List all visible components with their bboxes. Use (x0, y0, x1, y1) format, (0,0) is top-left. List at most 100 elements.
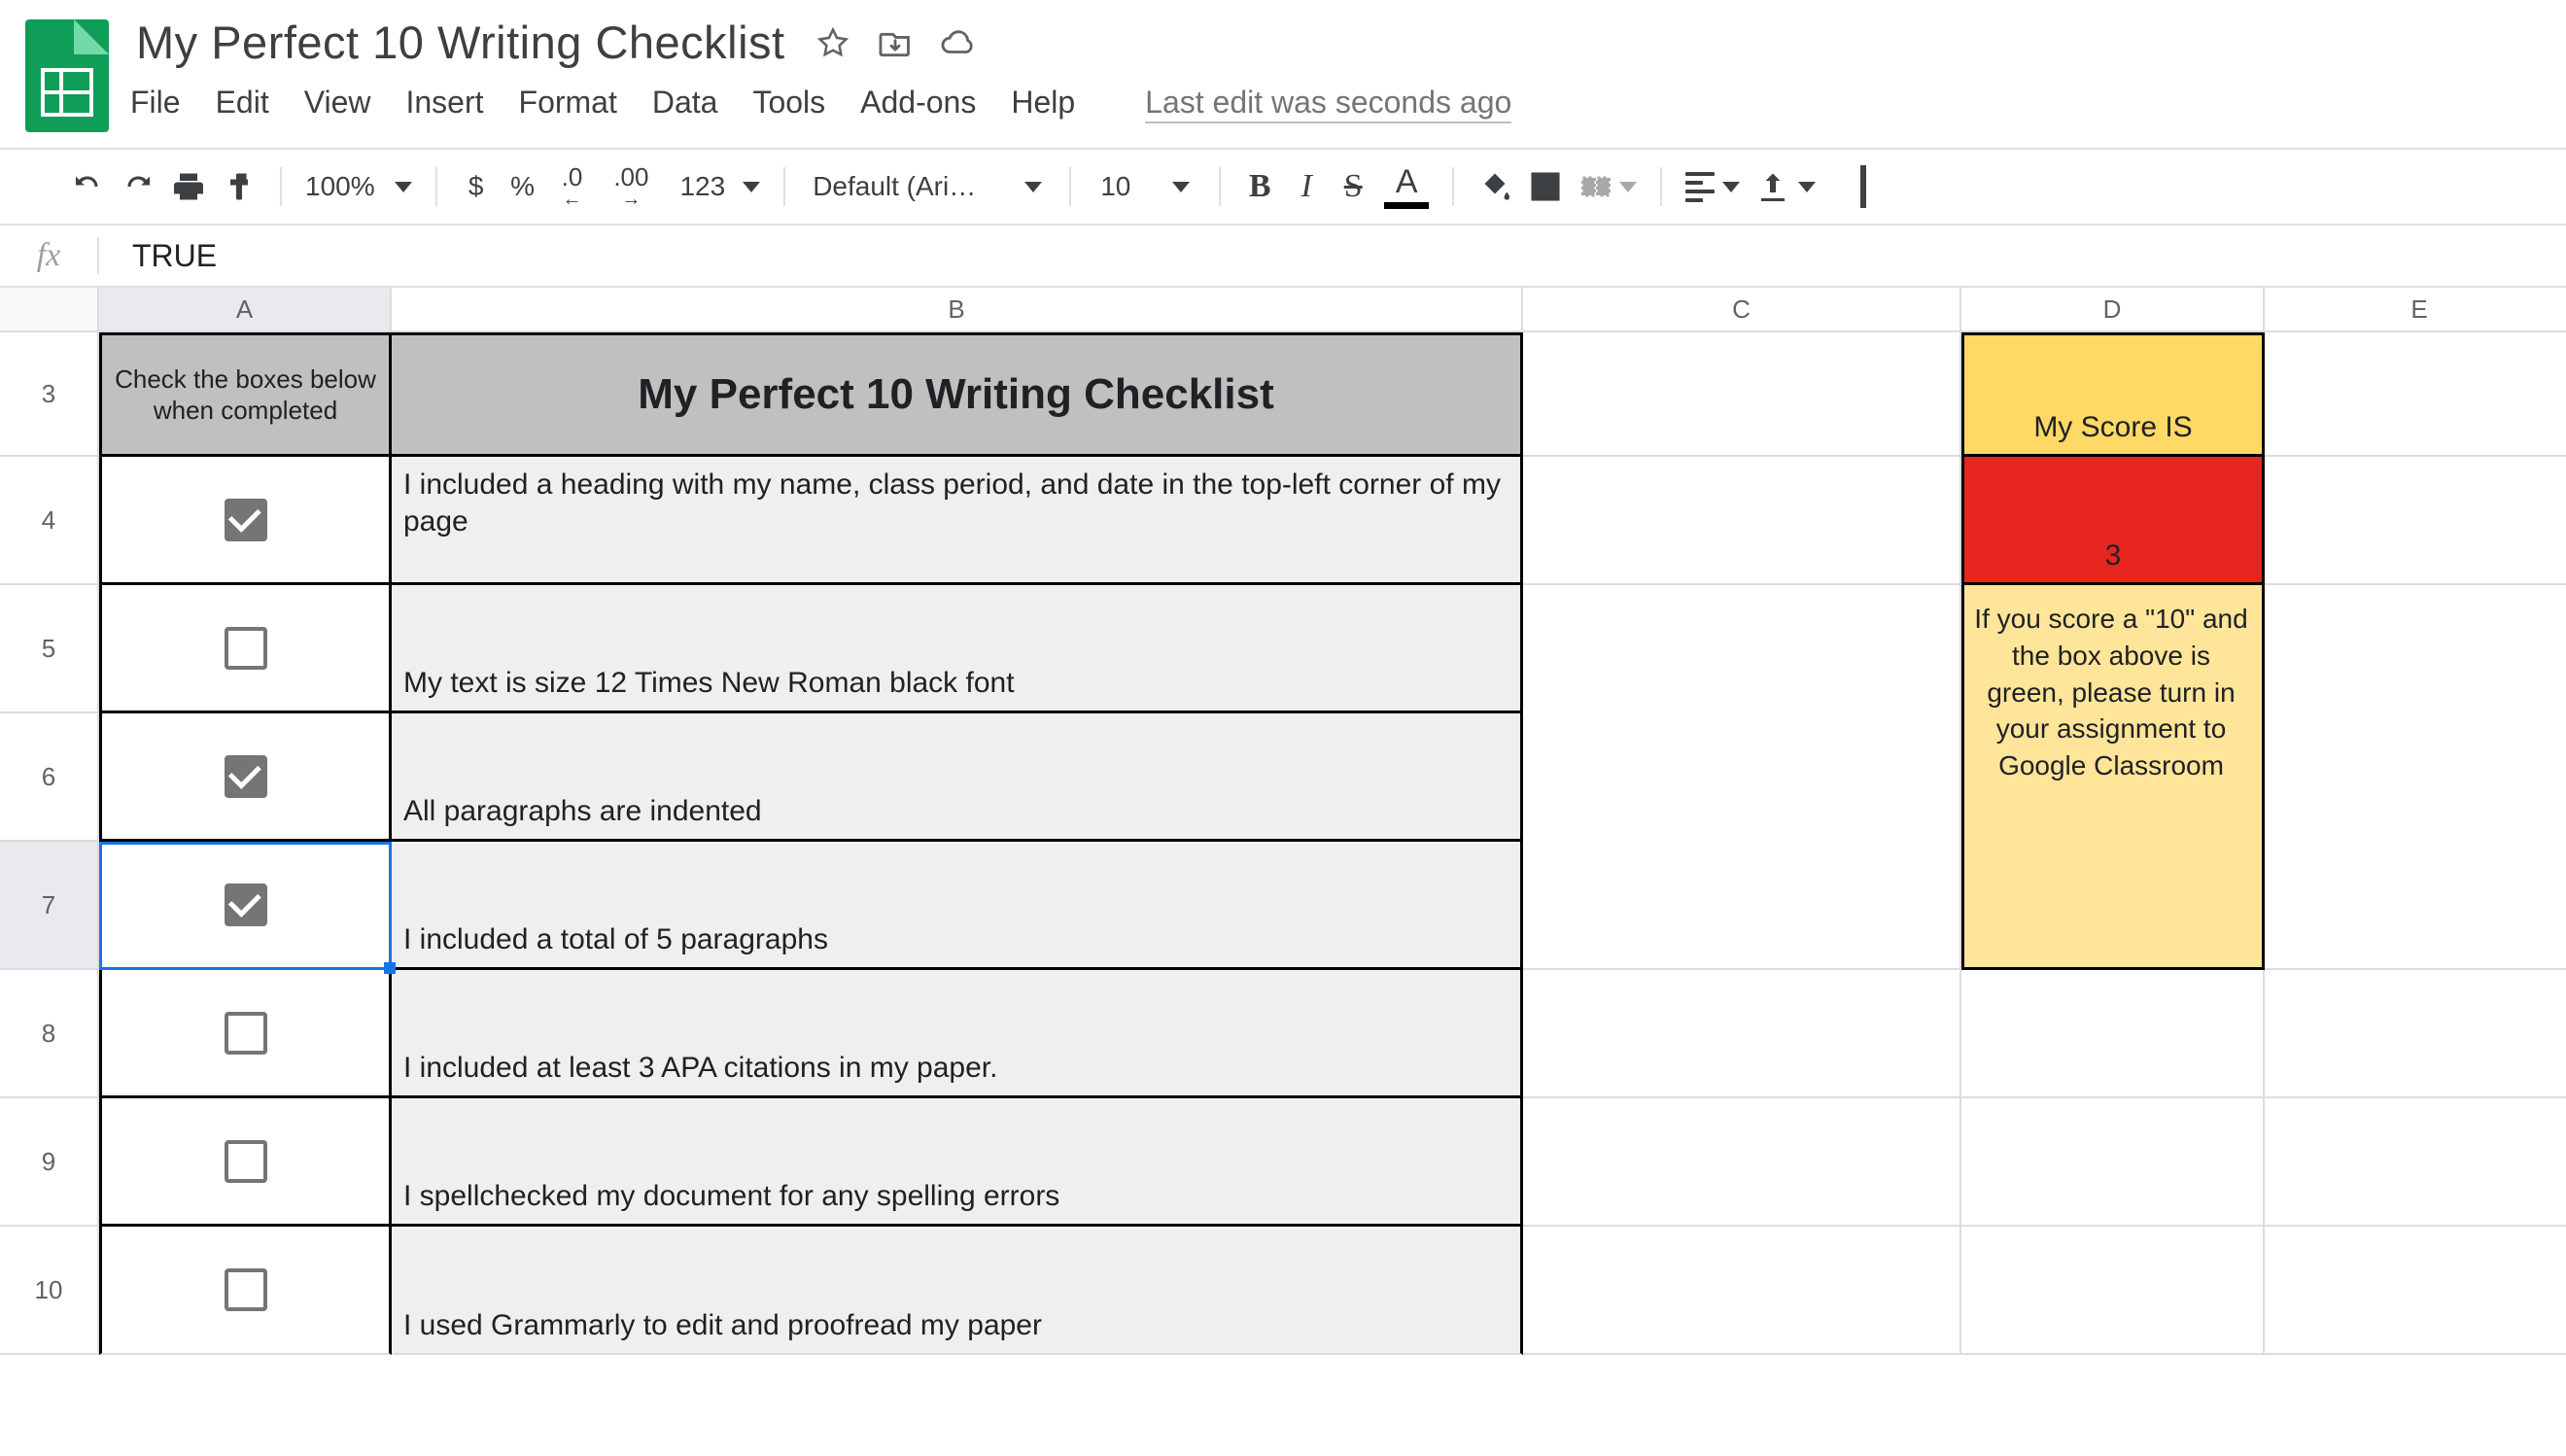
cell-e9[interactable] (2265, 1098, 2566, 1227)
paint-format-button[interactable] (214, 163, 264, 210)
checkbox-icon[interactable] (225, 1140, 267, 1183)
format-percent-button[interactable]: % (500, 163, 546, 210)
cell-c7[interactable] (1523, 842, 1961, 970)
move-icon[interactable] (877, 24, 914, 61)
cell-b6[interactable]: All paragraphs are indented (392, 713, 1523, 842)
menu-file[interactable]: File (130, 85, 181, 121)
formula-bar-input[interactable]: TRUE (99, 238, 217, 274)
column-header-d[interactable]: D (1961, 288, 2265, 332)
cell-e8[interactable] (2265, 970, 2566, 1098)
cell-d10[interactable] (1961, 1227, 2265, 1355)
cell-a3[interactable]: Check the boxes below when completed (99, 332, 392, 457)
increase-decimal-button[interactable]: .00→ (598, 163, 664, 210)
cell-d5[interactable]: If you score a "10" and the box above is… (1961, 585, 2265, 713)
cell-d7[interactable] (1961, 842, 2265, 970)
undo-button[interactable] (62, 163, 113, 210)
row-header[interactable]: 8 (0, 970, 99, 1098)
sheets-app-icon[interactable] (25, 19, 109, 132)
checkbox-icon[interactable] (225, 1268, 267, 1311)
cell-c9[interactable] (1523, 1098, 1961, 1227)
cell-d3[interactable]: My Score IS (1961, 332, 2265, 457)
row-header[interactable]: 5 (0, 585, 99, 713)
borders-button[interactable] (1520, 163, 1571, 210)
cell-b4[interactable]: I included a heading with my name, class… (392, 457, 1523, 585)
merge-cells-button[interactable] (1571, 163, 1645, 210)
bold-button[interactable]: B (1236, 163, 1283, 210)
print-button[interactable] (163, 163, 214, 210)
cell-e10[interactable] (2265, 1227, 2566, 1355)
checkbox-icon[interactable] (225, 1012, 267, 1055)
italic-button[interactable]: I (1283, 163, 1330, 210)
cell-c10[interactable] (1523, 1227, 1961, 1355)
cell-b8[interactable]: I included at least 3 APA citations in m… (392, 970, 1523, 1098)
last-edit-link[interactable]: Last edit was seconds ago (1145, 85, 1511, 121)
menu-addons[interactable]: Add-ons (860, 85, 976, 121)
fill-color-button[interactable] (1470, 163, 1520, 210)
cell-a8[interactable] (99, 970, 392, 1098)
menu-view[interactable]: View (304, 85, 371, 121)
menu-insert[interactable]: Insert (405, 85, 483, 121)
toolbar: 100% $ % .0← .00→ 123 Default (Ari… 10 B… (0, 150, 2566, 224)
cloud-status-icon[interactable] (939, 24, 976, 61)
cell-e4[interactable] (2265, 457, 2566, 585)
checkbox-icon[interactable] (225, 884, 267, 926)
menu-tools[interactable]: Tools (752, 85, 825, 121)
horizontal-align-button[interactable] (1678, 163, 1748, 210)
format-currency-button[interactable]: $ (453, 163, 500, 210)
cell-c4[interactable] (1523, 457, 1961, 585)
redo-button[interactable] (113, 163, 163, 210)
cell-c3[interactable] (1523, 332, 1961, 457)
column-header-a[interactable]: A (99, 288, 392, 332)
cell-c8[interactable] (1523, 970, 1961, 1098)
select-all-corner[interactable] (0, 288, 99, 332)
cell-a9[interactable] (99, 1098, 392, 1227)
cell-b5[interactable]: My text is size 12 Times New Roman black… (392, 585, 1523, 713)
cell-b9[interactable]: I spellchecked my document for any spell… (392, 1098, 1523, 1227)
menu-format[interactable]: Format (519, 85, 617, 121)
checkbox-icon[interactable] (225, 499, 267, 541)
number-format-dropdown[interactable]: 123 (664, 163, 768, 210)
checkbox-icon[interactable] (225, 755, 267, 798)
cell-b3[interactable]: My Perfect 10 Writing Checklist (392, 332, 1523, 457)
row-header[interactable]: 4 (0, 457, 99, 585)
cell-a5[interactable] (99, 585, 392, 713)
cell-e3[interactable] (2265, 332, 2566, 457)
text-color-button[interactable]: A (1376, 163, 1437, 210)
cell-e7[interactable] (2265, 842, 2566, 970)
column-header-e[interactable]: E (2265, 288, 2566, 332)
row-header[interactable]: 9 (0, 1098, 99, 1227)
column-header-c[interactable]: C (1523, 288, 1961, 332)
cell-c6[interactable] (1523, 713, 1961, 842)
row-header[interactable]: 7 (0, 842, 99, 970)
strikethrough-button[interactable]: S (1330, 163, 1376, 210)
vertical-align-button[interactable] (1748, 163, 1823, 210)
star-icon[interactable] (815, 24, 851, 61)
cell-c5[interactable] (1523, 585, 1961, 713)
cell-e6[interactable] (2265, 713, 2566, 842)
zoom-dropdown[interactable]: 100% (297, 171, 420, 202)
menu-data[interactable]: Data (652, 85, 718, 121)
cell-a6[interactable] (99, 713, 392, 842)
font-family-dropdown[interactable]: Default (Ari… (801, 171, 1054, 202)
menu-edit[interactable]: Edit (216, 85, 269, 121)
menu-help[interactable]: Help (1011, 85, 1075, 121)
toolbar-overflow-icon[interactable] (1860, 165, 1866, 208)
cell-a4[interactable] (99, 457, 392, 585)
cell-d9[interactable] (1961, 1098, 2265, 1227)
row-header[interactable]: 10 (0, 1227, 99, 1355)
checkbox-icon[interactable] (225, 627, 267, 670)
row-header[interactable]: 3 (0, 332, 99, 457)
cell-b10[interactable]: I used Grammarly to edit and proofread m… (392, 1227, 1523, 1355)
decrease-decimal-button[interactable]: .0← (546, 163, 599, 210)
cell-a10[interactable] (99, 1227, 392, 1355)
cell-d8[interactable] (1961, 970, 2265, 1098)
cell-d4[interactable]: 3 (1961, 457, 2265, 585)
cell-d6[interactable] (1961, 713, 2265, 842)
font-size-dropdown[interactable]: 10 (1087, 171, 1203, 202)
cell-e5[interactable] (2265, 585, 2566, 713)
cell-a7[interactable] (99, 842, 392, 970)
document-title[interactable]: My Perfect 10 Writing Checklist (130, 12, 791, 73)
row-header[interactable]: 6 (0, 713, 99, 842)
column-header-b[interactable]: B (392, 288, 1523, 332)
cell-b7[interactable]: I included a total of 5 paragraphs (392, 842, 1523, 970)
